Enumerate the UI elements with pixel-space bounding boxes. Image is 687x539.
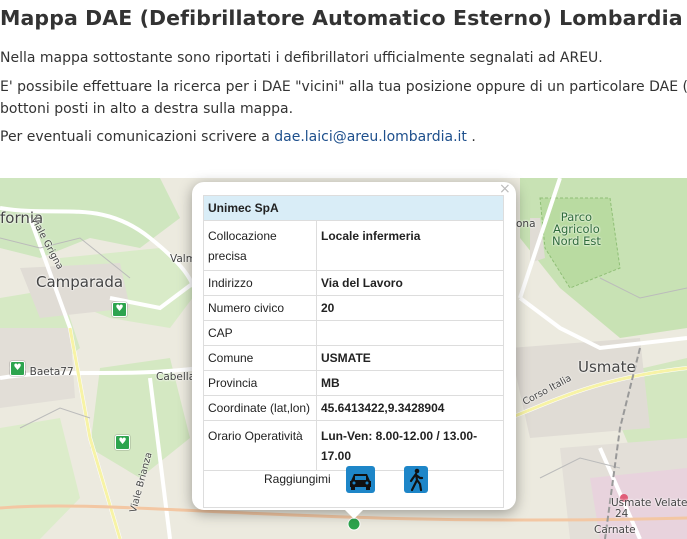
table-row: CAP — [203, 320, 504, 346]
row-key: Indirizzo — [203, 270, 317, 296]
car-directions-button[interactable] — [346, 466, 375, 493]
walk-icon — [409, 468, 424, 492]
map-label-usmate: Usmate — [578, 358, 636, 376]
row-key: Orario Operatività — [203, 420, 317, 471]
search-info-line2: bottoni posti in alto a destra sulla map… — [0, 101, 294, 117]
car-icon — [350, 474, 371, 490]
contact-prefix: Per eventuali comunicazioni scrivere a — [0, 129, 275, 145]
aed-marker-icon[interactable]: ♥ — [115, 435, 130, 450]
row-value: 45.6413422,9.3428904 — [316, 395, 504, 421]
page-title: Mappa DAE (Defibrillatore Automatico Est… — [0, 6, 683, 30]
aed-marker-icon[interactable]: ♥ — [10, 361, 25, 376]
reach-label: Raggiungimi — [264, 472, 331, 486]
map-label-parco: Parco Agricolo Nord Est — [552, 210, 601, 248]
dae-info-table: Unimec SpA Collocazione precisa Locale in… — [203, 195, 504, 508]
row-key: Provincia — [203, 370, 317, 396]
table-row: Comune USMATE — [203, 345, 504, 371]
map-label-camparada: Camparada — [36, 273, 124, 291]
row-value: Locale infermeria — [316, 220, 504, 271]
walk-directions-button[interactable] — [404, 466, 428, 493]
map-label-ona: ona — [516, 218, 536, 230]
row-key: CAP — [203, 320, 317, 346]
row-key: Collocazione precisa — [203, 220, 317, 271]
dae-name-header: Unimec SpA — [203, 195, 504, 221]
row-value: 20 — [316, 295, 504, 321]
row-value: Lun-Ven: 8.00-12.00 / 13.00-17.00 — [316, 420, 504, 471]
popup-tip — [344, 509, 364, 519]
intro-text: Nella mappa sottostante sono riportati i… — [0, 50, 603, 66]
table-row: Indirizzo Via del Lavoro — [203, 270, 504, 296]
search-info-text: E' possibile effettuare la ricerca per i… — [0, 76, 687, 120]
map-label-carnate: Carnate — [594, 524, 636, 536]
contact-text: Per eventuali comunicazioni scrivere a d… — [0, 126, 476, 148]
map-label-24: 24 — [615, 508, 629, 520]
search-info-line1: E' possibile effettuare la ricerca per i… — [0, 79, 687, 95]
row-key: Coordinate (lat,lon) — [203, 395, 317, 421]
contact-suffix: . — [466, 129, 476, 145]
row-value — [316, 320, 504, 346]
table-row: Coordinate (lat,lon) 45.6413422,9.3428904 — [203, 395, 504, 421]
aed-marker-icon[interactable]: ♥ — [112, 302, 127, 317]
row-key: Comune — [203, 345, 317, 371]
map-label-cabella: Cabella — [156, 371, 196, 383]
table-row: Collocazione precisa Locale infermeria — [203, 220, 504, 271]
row-value: MB — [316, 370, 504, 396]
row-key: Numero civico — [203, 295, 317, 321]
row-value: USMATE — [316, 345, 504, 371]
table-row: Provincia MB — [203, 370, 504, 396]
table-row: Orario Operatività Lun-Ven: 8.00-12.00 / … — [203, 420, 504, 471]
contact-email-link[interactable]: dae.laici@areu.lombardia.it — [274, 129, 467, 145]
table-row: Numero civico 20 — [203, 295, 504, 321]
row-value: Via del Lavoro — [316, 270, 504, 296]
